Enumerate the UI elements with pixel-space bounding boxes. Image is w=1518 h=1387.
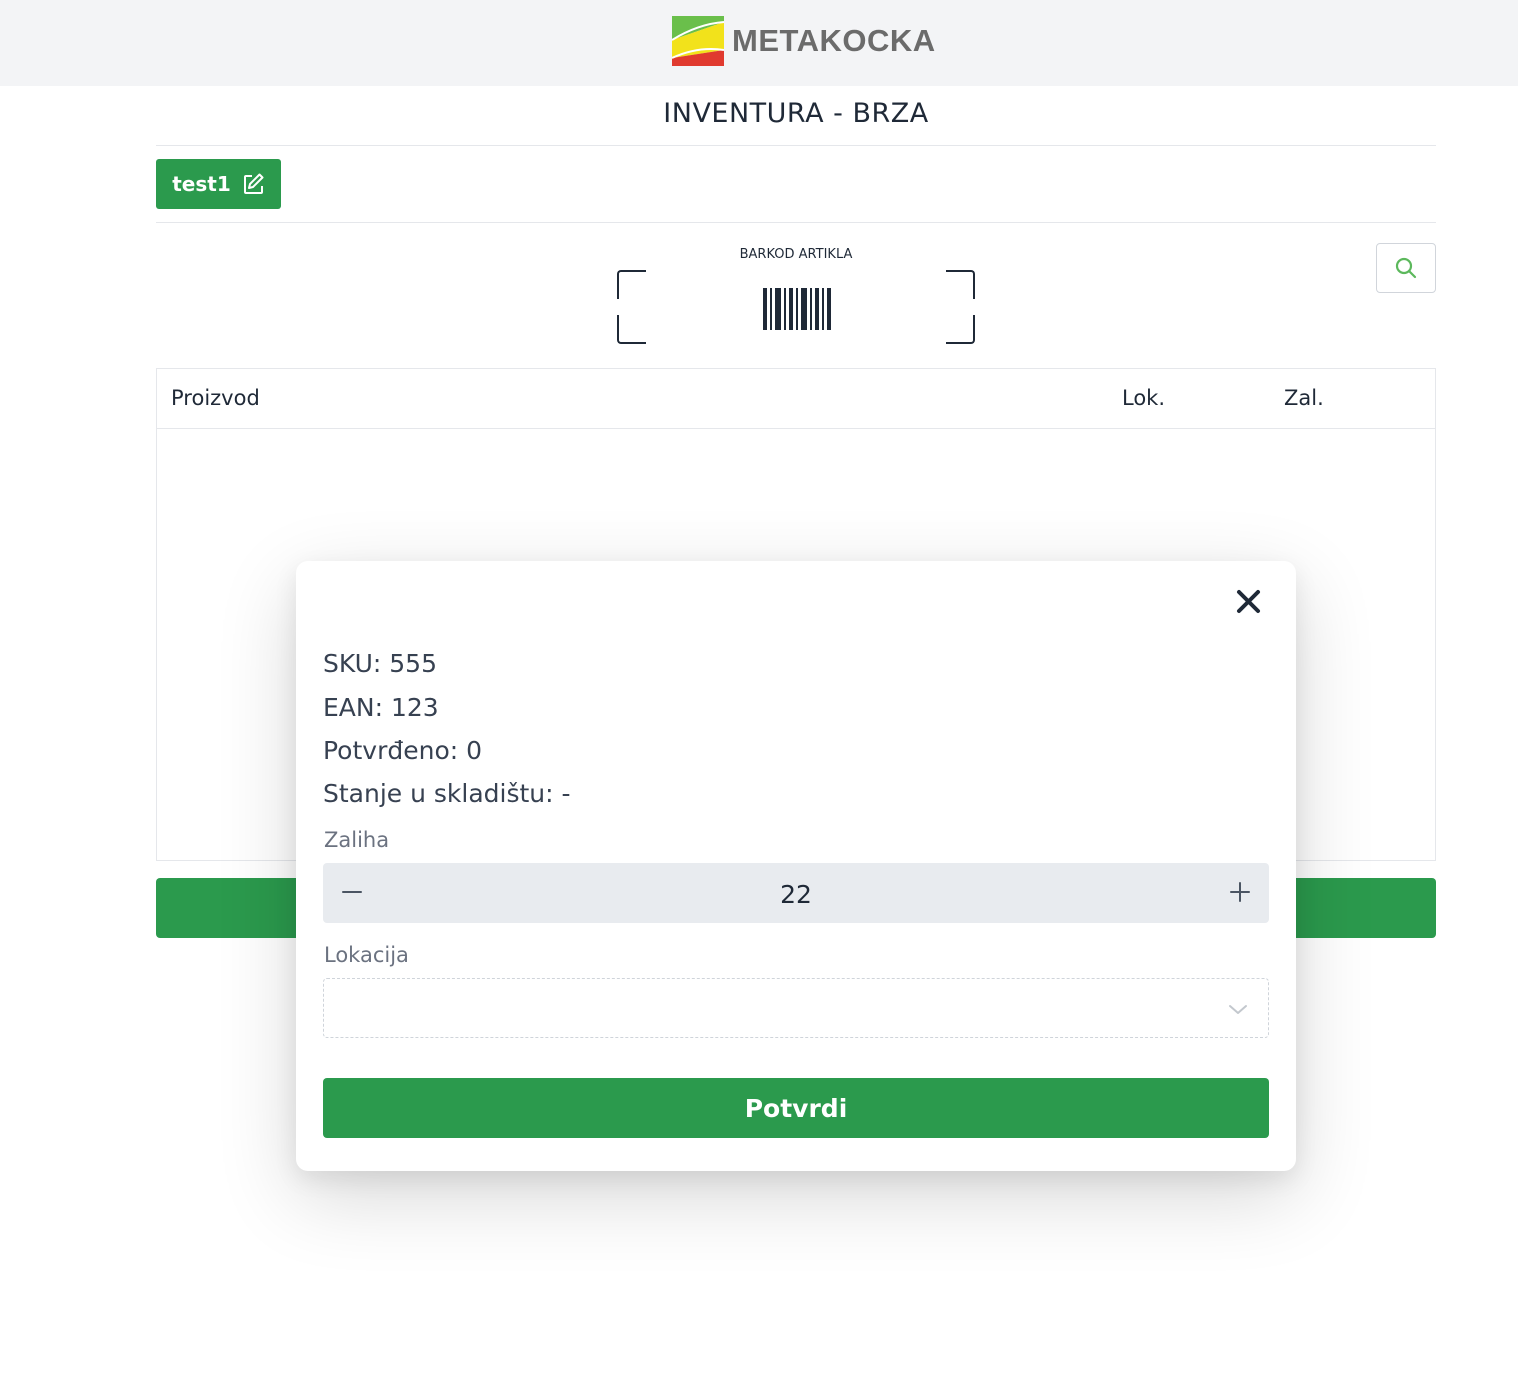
barcode-icon xyxy=(763,288,831,330)
warehouse-stock-text: Stanje u skladištu: - xyxy=(323,779,571,808)
barcode-label: BARKOD ARTIKLA xyxy=(739,247,853,262)
product-modal: SKU: 555 EAN: 123 Potvrđeno: 0 Stanje u … xyxy=(296,561,1296,1171)
column-header-stock: Zal. xyxy=(1284,386,1324,410)
column-header-product: Proizvod xyxy=(171,386,260,410)
close-icon[interactable] xyxy=(1234,587,1264,617)
scan-corner xyxy=(617,315,646,344)
app-header: METAKOCKA xyxy=(0,0,1518,86)
search-button[interactable] xyxy=(1376,243,1436,293)
session-name-button[interactable]: test1 xyxy=(156,159,281,209)
confirmed-text: Potvrđeno: 0 xyxy=(323,736,483,765)
stock-stepper: 22 xyxy=(323,863,1269,923)
session-name-label: test1 xyxy=(172,172,231,196)
scan-corner xyxy=(946,270,975,299)
location-select[interactable] xyxy=(323,978,1269,1038)
ean-text: EAN: 123 xyxy=(323,693,439,722)
divider xyxy=(156,145,1436,146)
chevron-down-icon xyxy=(1229,1005,1247,1014)
divider xyxy=(156,222,1436,223)
stock-label: Zaliha xyxy=(324,828,390,852)
sku-text: SKU: 555 xyxy=(323,649,437,678)
brand-logo[interactable]: METAKOCKA xyxy=(672,16,936,66)
barcode-scan-area[interactable] xyxy=(617,270,975,344)
confirm-button[interactable]: Potvrdi xyxy=(323,1078,1269,1138)
stock-value[interactable]: 22 xyxy=(323,880,1269,909)
scan-corner xyxy=(946,315,975,344)
scan-corner xyxy=(617,270,646,299)
plus-icon[interactable] xyxy=(1225,877,1255,907)
metakocka-logo-icon xyxy=(672,16,724,66)
table-header: Proizvod Lok. Zal. xyxy=(157,369,1435,429)
brand-name: METAKOCKA xyxy=(732,23,936,58)
search-icon xyxy=(1395,257,1417,279)
location-label: Lokacija xyxy=(324,943,409,967)
column-header-location: Lok. xyxy=(1122,386,1166,410)
edit-icon xyxy=(243,173,264,194)
page-title: INVENTURA - BRZA xyxy=(663,98,929,129)
